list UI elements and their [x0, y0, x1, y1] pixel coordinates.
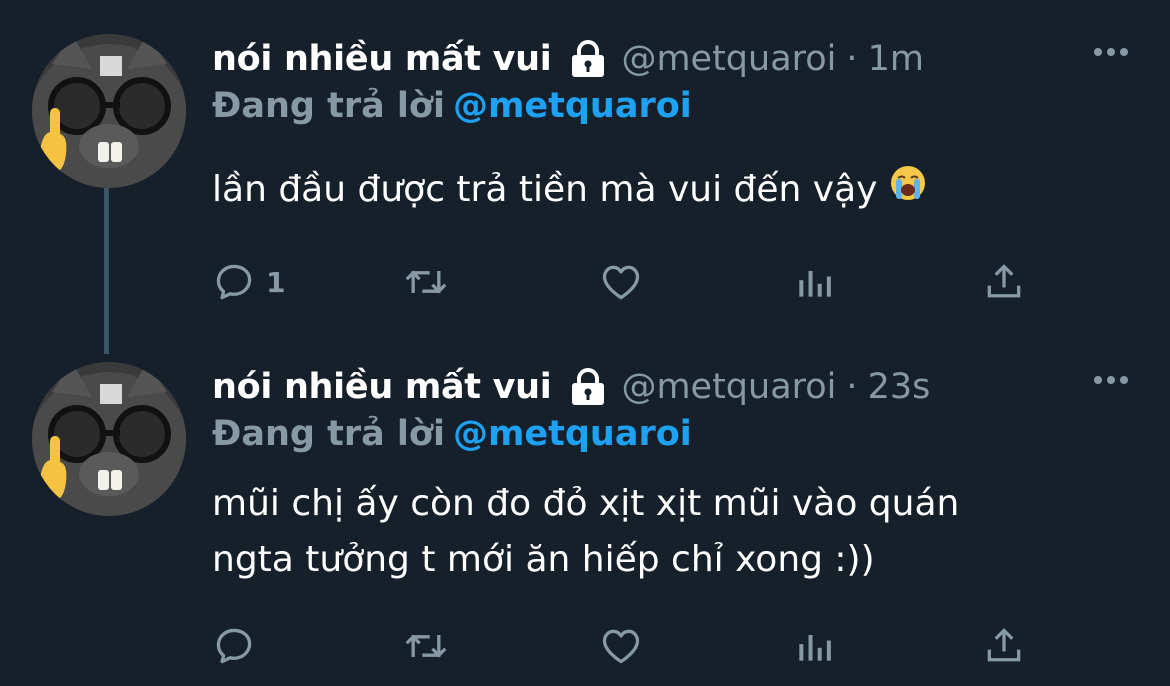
- retweet-icon: [405, 270, 447, 294]
- like-button[interactable]: [598, 624, 644, 668]
- analytics-button[interactable]: [792, 624, 836, 668]
- loudly-crying-face-icon: [889, 163, 927, 219]
- like-button[interactable]: [598, 260, 644, 304]
- more-icon[interactable]: [1094, 376, 1128, 384]
- reply-icon: [216, 628, 252, 664]
- tweet-2[interactable]: nói nhiều mất vui @metquaroi · 23s Đang …: [0, 362, 1170, 682]
- tweet-text-line-2: ngta tưởng t mới ăn hiếp chỉ xong :)): [212, 539, 875, 580]
- user-handle[interactable]: @metquaroi: [621, 39, 836, 79]
- timestamp[interactable]: 23s: [868, 367, 931, 407]
- tweet-header: nói nhiều mất vui @metquaroi · 1m: [212, 34, 924, 84]
- tweet-text: mũi chị ấy còn đo đỏ xịt xịt mũi vào quá…: [212, 476, 1112, 588]
- timestamp[interactable]: 1m: [868, 39, 924, 79]
- like-icon: [602, 629, 640, 664]
- analytics-button[interactable]: [792, 260, 836, 304]
- separator-dot: ·: [846, 39, 858, 79]
- replying-prefix: Đang trả lời: [212, 414, 445, 454]
- share-button[interactable]: [982, 260, 1026, 304]
- share-icon: [987, 264, 1021, 298]
- replying-to: Đang trả lời @metquaroi: [212, 414, 692, 454]
- lock-icon: [569, 39, 607, 79]
- share-button[interactable]: [982, 624, 1026, 668]
- display-name[interactable]: nói nhiều mất vui: [212, 367, 552, 407]
- tweet-actions: [212, 624, 1042, 672]
- lock-icon: [569, 367, 607, 407]
- more-icon[interactable]: [1094, 48, 1128, 56]
- tweet-header: nói nhiều mất vui @metquaroi · 23s: [212, 362, 930, 412]
- tweet-actions: 1: [212, 260, 1042, 308]
- reply-button[interactable]: [212, 624, 266, 668]
- user-handle[interactable]: @metquaroi: [621, 367, 836, 407]
- tweet-text-line-1: mũi chị ấy còn đo đỏ xịt xịt mũi vào quá…: [212, 483, 960, 524]
- conversation-thread: nói nhiều mất vui @metquaroi · 1m Đang t…: [0, 0, 1170, 686]
- mention-link[interactable]: @metquaroi: [453, 414, 692, 454]
- avatar[interactable]: [32, 362, 186, 516]
- tweet-1[interactable]: nói nhiều mất vui @metquaroi · 1m Đang t…: [0, 34, 1170, 324]
- reply-icon: [216, 264, 252, 300]
- avatar[interactable]: [32, 34, 186, 188]
- like-icon: [602, 265, 640, 300]
- retweet-button[interactable]: [402, 260, 450, 304]
- reply-button[interactable]: 1: [212, 260, 285, 304]
- mention-link[interactable]: @metquaroi: [453, 86, 692, 126]
- replying-to: Đang trả lời @metquaroi: [212, 86, 692, 126]
- display-name[interactable]: nói nhiều mất vui: [212, 39, 552, 79]
- analytics-icon: [799, 635, 831, 661]
- tweet-text: lần đầu được trả tiền mà vui đến vậy: [212, 162, 1112, 219]
- reply-count: 1: [266, 265, 286, 299]
- retweet-button[interactable]: [402, 624, 450, 668]
- separator-dot: ·: [846, 367, 858, 407]
- analytics-icon: [799, 271, 831, 297]
- replying-prefix: Đang trả lời: [212, 86, 445, 126]
- retweet-icon: [405, 634, 447, 658]
- tweet-text-body: lần đầu được trả tiền mà vui đến vậy: [212, 169, 878, 210]
- share-icon: [987, 628, 1021, 662]
